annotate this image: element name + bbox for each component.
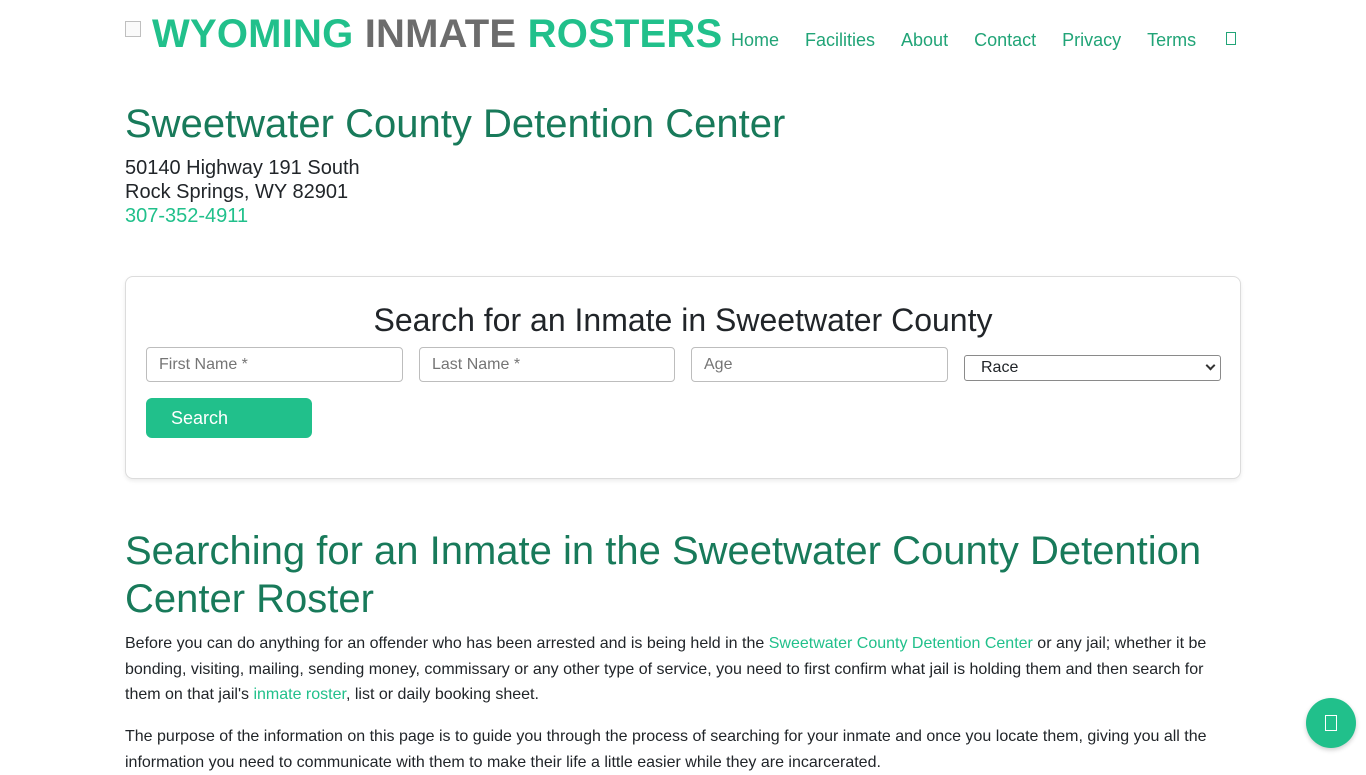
nav-about[interactable]: About: [901, 29, 948, 51]
chevron-down-icon: [1205, 360, 1216, 371]
logo-image-icon: [125, 21, 141, 37]
search-card-title: Search for an Inmate in Sweetwater Count…: [373, 302, 993, 338]
chat-icon: [1325, 715, 1337, 731]
facility-title: Sweetwater County Detention Center: [125, 102, 786, 146]
search-card: Search for an Inmate in Sweetwater Count…: [125, 276, 1241, 479]
nav-facilities[interactable]: Facilities: [805, 29, 875, 51]
p1-text-a: Before you can do anything for an offend…: [125, 635, 769, 652]
nav-contact[interactable]: Contact: [974, 29, 1036, 51]
logo-text: WYOMING INMATE ROSTERS: [152, 12, 722, 56]
facility-address: 50140 Highway 191 South Rock Springs, WY…: [125, 156, 360, 228]
address-line1: 50140 Highway 191 South: [125, 157, 360, 179]
race-select[interactable]: Race: [964, 355, 1221, 381]
race-select-value: Race: [981, 359, 1019, 376]
site-header: WYOMING INMATE ROSTERS Home Facilities A…: [125, 0, 1241, 80]
article-heading: Searching for an Inmate in the Sweetwate…: [125, 529, 1202, 621]
logo-word-inmate: INMATE: [364, 12, 517, 56]
nav-terms[interactable]: Terms: [1147, 29, 1196, 51]
nav-box-icon[interactable]: [1226, 31, 1237, 45]
article-paragraph-1: Before you can do anything for an offend…: [125, 631, 1225, 708]
facility-link[interactable]: Sweetwater County Detention Center: [769, 635, 1033, 652]
nav-home[interactable]: Home: [731, 29, 779, 51]
main-nav: Home Facilities About Contact Privacy Te…: [731, 29, 1237, 51]
last-name-input[interactable]: [419, 347, 675, 382]
first-name-input[interactable]: [146, 347, 403, 382]
address-line2: Rock Springs, WY 82901: [125, 181, 349, 203]
p1-text-c: , list or daily booking sheet.: [345, 686, 539, 703]
article-paragraph-2: The purpose of the information on this p…: [125, 728, 1207, 771]
site-logo[interactable]: WYOMING INMATE ROSTERS: [125, 12, 722, 56]
logo-word-wyoming: WYOMING: [152, 12, 354, 56]
age-input[interactable]: [691, 347, 948, 382]
inmate-roster-link[interactable]: inmate roster: [253, 686, 345, 703]
facility-phone-link[interactable]: 307-352-4911: [125, 205, 248, 227]
nav-privacy[interactable]: Privacy: [1062, 29, 1121, 51]
logo-word-rosters: ROSTERS: [527, 12, 723, 56]
floating-action-button[interactable]: [1306, 698, 1356, 748]
search-button[interactable]: Search: [146, 398, 312, 438]
